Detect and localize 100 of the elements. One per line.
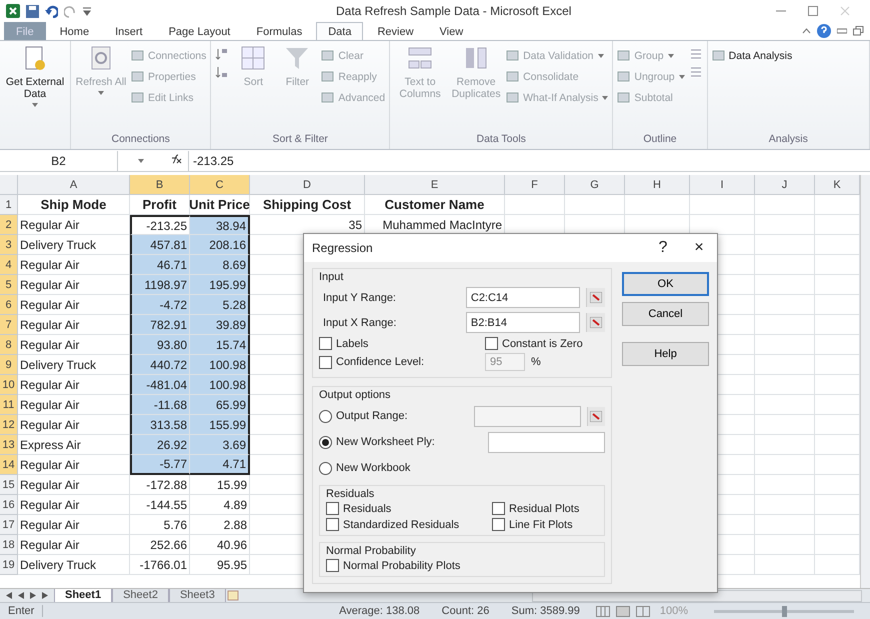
dialog-button[interactable]: Help [622, 342, 709, 366]
ribbon-button[interactable]: Get External Data [4, 45, 66, 133]
table-cell: 93.80 [130, 335, 190, 355]
row-header[interactable]: 14 [0, 455, 18, 475]
checkbox[interactable]: Residuals [326, 502, 492, 515]
row-header[interactable]: 18 [0, 535, 18, 555]
table-cell: 65.99 [190, 395, 250, 415]
text-field[interactable] [488, 432, 605, 452]
range-field[interactable]: C2:C14 [466, 287, 580, 308]
sort-descending-icon [215, 65, 230, 79]
command-icon [506, 70, 520, 83]
range-field[interactable]: B2:B14 [466, 312, 580, 333]
checkbox[interactable]: Line Fit Plots [492, 518, 598, 531]
row-header[interactable]: 16 [0, 495, 18, 515]
status-statistic: Count: 26 [442, 605, 490, 617]
maximize-icon [808, 6, 818, 16]
range-picker-button[interactable] [586, 406, 605, 426]
checkbox[interactable]: Labels [319, 337, 485, 350]
chevron-up-icon [802, 28, 811, 34]
sheet-tab[interactable]: Sheet3 [168, 588, 226, 602]
table-cell: 313.58 [130, 415, 190, 435]
table-cell [755, 455, 815, 475]
ribbon-button[interactable]: Data Analysis [712, 47, 792, 64]
column-header[interactable]: F [505, 175, 565, 195]
command-icon [712, 49, 725, 62]
column-header[interactable]: G [565, 175, 625, 195]
row-header[interactable]: 11 [0, 395, 18, 415]
radio-button[interactable]: Output Range: [319, 410, 468, 422]
column-title: Shipping Cost [250, 195, 365, 215]
dialog-button[interactable]: Cancel [622, 302, 709, 326]
table-cell: 5.76 [130, 515, 190, 535]
row-header[interactable]: 1 [0, 195, 18, 215]
range-picker-button[interactable] [586, 313, 605, 332]
radio-button[interactable]: New Worksheet Ply: [319, 436, 482, 448]
row-header[interactable]: 17 [0, 515, 18, 535]
dialog-button[interactable]: OK [622, 272, 709, 296]
ribbon-tab[interactable]: Home [48, 22, 102, 40]
table-cell: -5.77 [130, 455, 190, 475]
ribbon-tab[interactable]: View [428, 22, 476, 40]
formula-field[interactable]: -213.25 [188, 150, 870, 170]
ribbon-tab[interactable]: Insert [103, 22, 155, 40]
status-statistic: Average: 138.08 [339, 605, 420, 617]
column-header[interactable]: C [190, 175, 250, 195]
table-cell: 155.99 [190, 415, 250, 435]
sheet-tab[interactable]: Sheet2 [112, 588, 169, 602]
row-header[interactable]: 19 [0, 555, 18, 575]
row-header[interactable]: 3 [0, 235, 18, 255]
section-label: Input [319, 271, 344, 283]
column-header[interactable]: A [18, 175, 130, 195]
help-icon [817, 24, 831, 38]
table-cell [755, 535, 815, 555]
checkbox[interactable]: Confidence Level: [319, 356, 424, 368]
column-header[interactable]: E [365, 175, 505, 195]
sheet-tab[interactable]: Sheet1 [54, 588, 112, 602]
row-header[interactable]: 2 [0, 215, 18, 235]
table-cell [755, 215, 815, 235]
column-header[interactable]: J [755, 175, 815, 195]
checkbox[interactable]: Residual Plots [492, 502, 598, 515]
ribbon-tab[interactable]: Review [365, 22, 426, 40]
row-header[interactable]: 8 [0, 335, 18, 355]
field-label: Input Y Range: [322, 292, 397, 304]
row-header[interactable]: 7 [0, 315, 18, 335]
table-cell: Regular Air [18, 495, 130, 515]
ribbon-tab[interactable]: Formulas [244, 22, 314, 40]
command-icon [321, 91, 334, 104]
column-header[interactable]: K [815, 175, 860, 195]
column-header[interactable]: I [690, 175, 755, 195]
vertical-scrollbar[interactable] [860, 175, 870, 588]
close-button[interactable]: × [681, 238, 717, 258]
radio-button[interactable]: New Workbook [319, 462, 485, 474]
row-header[interactable]: 6 [0, 295, 18, 315]
row-header[interactable]: 5 [0, 275, 18, 295]
checkbox[interactable]: Standardized Residuals [326, 518, 492, 531]
range-picker-button[interactable] [586, 288, 605, 307]
column-header[interactable]: D [250, 175, 365, 195]
range-field[interactable] [474, 406, 581, 426]
table-cell: Delivery Truck [18, 555, 130, 575]
row-header[interactable]: 9 [0, 355, 18, 375]
minimize-icon [776, 10, 786, 12]
select-all-corner[interactable] [0, 175, 18, 195]
help-button[interactable]: ? [645, 238, 681, 258]
ribbon-tab[interactable]: Data [316, 22, 364, 40]
column-header[interactable]: H [625, 175, 690, 195]
checkbox[interactable]: Normal Probability Plots [326, 559, 598, 572]
table-cell: 457.81 [130, 235, 190, 255]
row-header[interactable]: 15 [0, 475, 18, 495]
slider-thumb[interactable] [782, 606, 787, 616]
row-header[interactable]: 10 [0, 375, 18, 395]
column-header[interactable]: B [130, 175, 190, 195]
ribbon-tab[interactable]: Page Layout [156, 22, 242, 40]
row-header[interactable]: 13 [0, 435, 18, 455]
row-header[interactable]: 12 [0, 415, 18, 435]
row-header[interactable]: 4 [0, 255, 18, 275]
checkbox[interactable]: Constant is Zero [485, 337, 605, 350]
table-cell: -4.72 [130, 295, 190, 315]
save-icon [26, 4, 39, 18]
undo-icon [45, 4, 58, 18]
name-box[interactable]: B2 [0, 150, 118, 170]
group-label: Connections [110, 133, 171, 147]
table-cell [755, 355, 815, 375]
